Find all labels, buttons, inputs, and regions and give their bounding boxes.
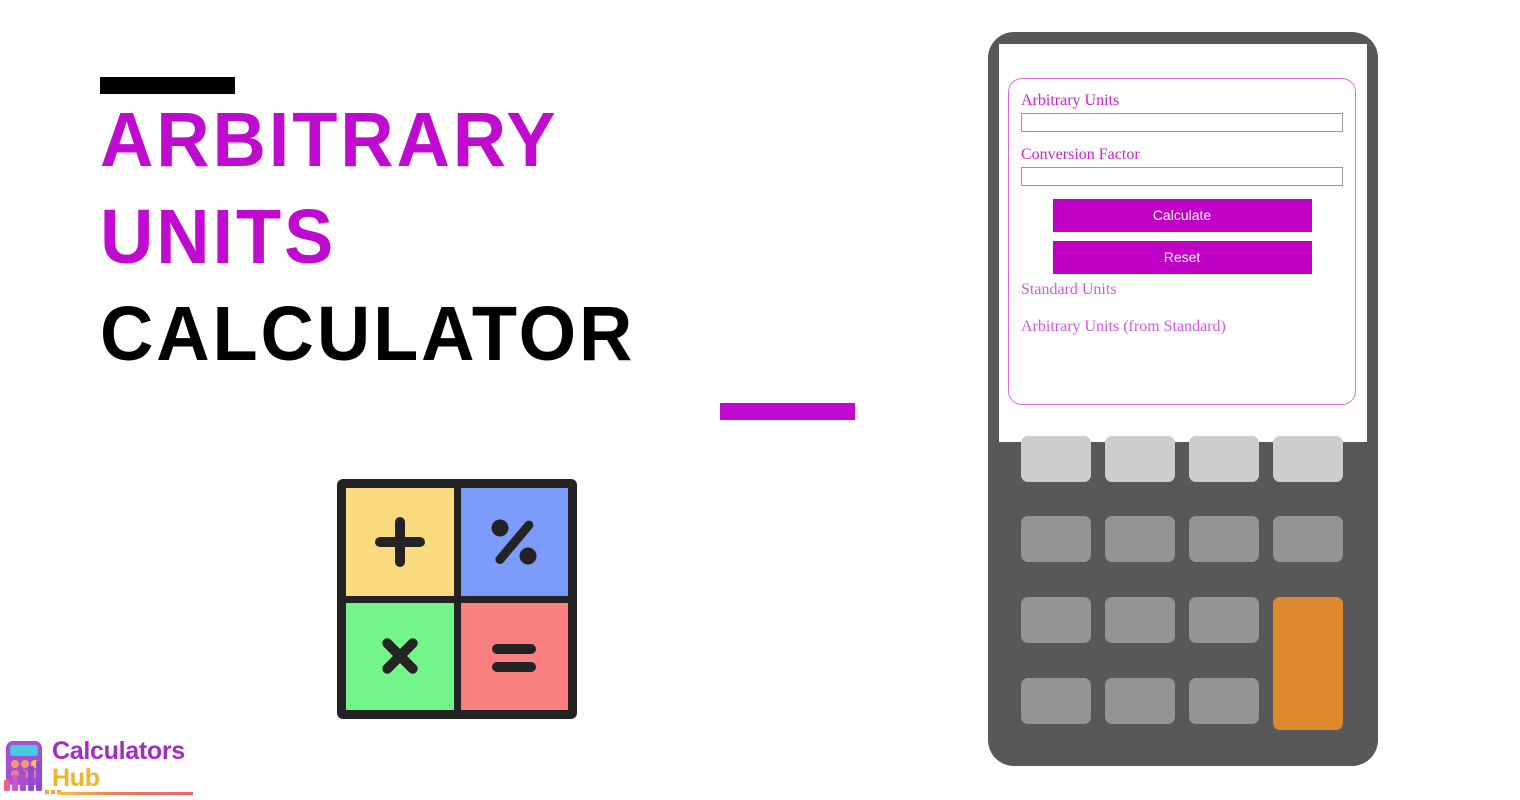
keypad-key-r1c2[interactable]: [1105, 436, 1175, 482]
arbitrary-units-input[interactable]: [1021, 113, 1343, 132]
keypad-key-r4c2[interactable]: [1105, 678, 1175, 724]
conversion-factor-label: Conversion Factor: [1021, 146, 1140, 163]
arbitrary-units-label: Arbitrary Units: [1021, 92, 1120, 109]
keypad-key-r2c2[interactable]: [1105, 516, 1175, 562]
standard-units-result: Standard Units: [1021, 281, 1117, 298]
operator-tile-equals: [460, 602, 568, 710]
keypad-key-r3c1[interactable]: [1021, 597, 1091, 643]
calculator-keypad: [1021, 436, 1349, 740]
keypad-key-r4c1[interactable]: [1021, 678, 1091, 724]
calculate-button[interactable]: Calculate: [1052, 199, 1312, 232]
page-title: Arbitrary Units Calculator: [100, 92, 900, 383]
keypad-key-r1c4[interactable]: [1273, 436, 1343, 482]
keypad-key-r3c2[interactable]: [1105, 597, 1175, 643]
bottom-accent-rule: [720, 403, 855, 420]
keypad-key-r3c3[interactable]: [1189, 597, 1259, 643]
percent-icon: [491, 519, 537, 565]
keypad-key-r4c3[interactable]: [1189, 678, 1259, 724]
arbitrary-units-from-standard-result: Arbitrary Units (from Standard): [1021, 318, 1226, 335]
logo-underline: [58, 792, 193, 795]
conversion-factor-input[interactable]: [1021, 167, 1343, 186]
keypad-key-r1c3[interactable]: [1189, 436, 1259, 482]
plus-icon: [374, 516, 425, 567]
equals-icon: [492, 644, 537, 673]
title-line-1: Arbitrary: [100, 97, 559, 183]
keypad-key-r2c1[interactable]: [1021, 516, 1091, 562]
calculator-device-mockup: Arbitrary Units Conversion Factor Calcul…: [988, 32, 1378, 766]
keypad-key-r2c3[interactable]: [1189, 516, 1259, 562]
reset-button[interactable]: Reset: [1052, 241, 1312, 274]
promo-panel: Arbitrary Units Calculator: [0, 0, 960, 800]
calculator-card: Arbitrary Units Conversion Factor Calcul…: [1008, 78, 1356, 405]
logo-word-calculators: Calculators: [52, 737, 185, 765]
device-screen: Arbitrary Units Conversion Factor Calcul…: [999, 44, 1367, 442]
site-logo[interactable]: Calculators Hub: [2, 738, 232, 798]
keypad-key-equals-tall[interactable]: [1273, 597, 1343, 730]
operator-tile-percent: [460, 488, 568, 596]
calculators-hub-logo-icon: [4, 741, 42, 791]
logo-wordmark: Calculators Hub: [52, 738, 185, 792]
keypad-key-r1c1[interactable]: [1021, 436, 1091, 482]
logo-word-hub: Hub: [52, 764, 100, 792]
multiply-icon: [382, 638, 418, 674]
operator-tile-multiply: [346, 602, 454, 710]
title-line-3: Calculator: [100, 291, 636, 377]
operator-tile-plus: [346, 488, 454, 596]
keypad-key-r2c4[interactable]: [1273, 516, 1343, 562]
title-line-2: Units: [100, 194, 337, 280]
operator-tiles-graphic: [337, 479, 577, 719]
